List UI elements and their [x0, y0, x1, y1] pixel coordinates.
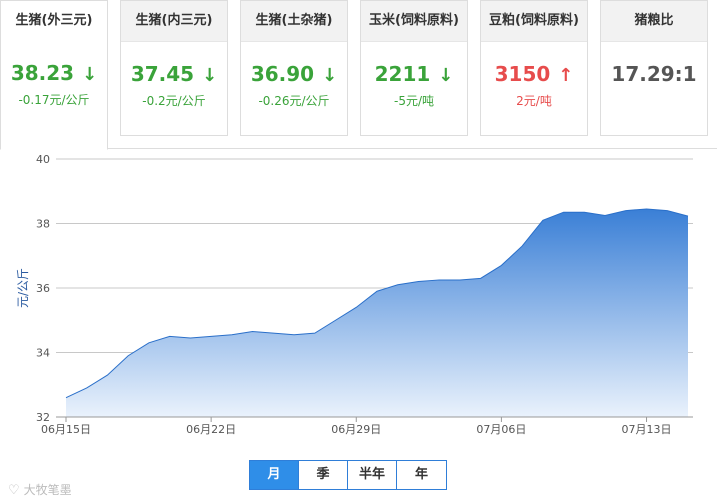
watermark-logo-icon: ♡ [8, 483, 20, 498]
x-tick-label: 07月06日 [476, 423, 526, 436]
y-tick-label: 36 [36, 282, 50, 295]
x-tick-label: 07月13日 [622, 423, 672, 436]
card-price-value: 2211 ↓ [361, 62, 467, 86]
arrow-up-icon: ↑ [558, 65, 574, 86]
x-tick-label: 06月29日 [331, 423, 381, 436]
card-title: 生猪(土杂猪) [241, 1, 347, 42]
x-tick-label: 06月15日 [41, 423, 91, 436]
corn-feed-card[interactable]: 玉米(饲料原料) 2211 ↓ -5元/吨 [360, 0, 468, 136]
price-number: 36.90 [250, 62, 315, 86]
card-title: 生猪(内三元) [121, 1, 227, 42]
price-number: 2211 [374, 62, 431, 86]
price-chart: 32 34 36 38 40 06月15日 06月22日 06月29日 07月06日 07月13日… [0, 148, 717, 450]
price-number: 17.29:1 [611, 62, 697, 86]
y-axis-label: 元/公斤 [16, 268, 30, 308]
pig-grain-ratio-card[interactable]: 猪粮比 17.29:1 [600, 0, 708, 136]
card-price-value: 38.23 ↓ [1, 61, 107, 85]
arrow-down-icon: ↓ [322, 65, 338, 86]
price-area-chart: 323436384006月15日 06月22日 06月29日 07月06日 07月13日… [16, 153, 693, 436]
pig-local-breed-card[interactable]: 生猪(土杂猪) 36.90 ↓ -0.26元/公斤 [240, 0, 348, 136]
card-title: 猪粮比 [601, 1, 707, 42]
card-price-change: 2元/吨 [516, 94, 552, 108]
card-price-value: 37.45 ↓ [121, 62, 227, 86]
card-price-value: 36.90 ↓ [241, 62, 347, 86]
watermark-text: 大牧笔墨 [23, 483, 72, 497]
card-title: 豆粕(饲料原料) [481, 1, 587, 42]
arrow-down-icon: ↓ [438, 65, 454, 86]
price-number: 38.23 [10, 61, 75, 85]
y-tick-label: 34 [36, 347, 50, 360]
pig-inner-breed-card[interactable]: 生猪(内三元) 37.45 ↓ -0.2元/公斤 [120, 0, 228, 136]
card-price-change: -0.2元/公斤 [142, 94, 206, 108]
y-tick-label: 40 [36, 153, 50, 166]
price-area [66, 208, 688, 417]
card-price-change: -0.17元/公斤 [18, 93, 90, 107]
arrow-down-icon: ↓ [202, 65, 218, 86]
card-price-value: 17.29:1 [601, 62, 707, 86]
card-title: 生猪(外三元) [1, 1, 107, 41]
card-price-change: -5元/吨 [393, 94, 434, 108]
watermark: ♡ 大牧笔墨 [8, 481, 72, 498]
period-selector: 月 季 半年 年 [249, 460, 447, 490]
card-price-value: 3150 ↑ [481, 62, 587, 86]
price-number: 37.45 [130, 62, 195, 86]
x-tick-label: 06月22日 [186, 423, 236, 436]
period-month-button[interactable]: 月 [250, 461, 299, 489]
period-quarter-button[interactable]: 季 [299, 461, 348, 489]
card-price-change: -0.26元/公斤 [258, 94, 330, 108]
pig-outer-breed-card[interactable]: 生猪(外三元) 38.23 ↓ -0.17元/公斤 [0, 0, 108, 150]
soymeal-feed-card[interactable]: 豆粕(饲料原料) 3150 ↑ 2元/吨 [480, 0, 588, 136]
price-number: 3150 [494, 62, 551, 86]
period-half-year-button[interactable]: 半年 [348, 461, 397, 489]
y-tick-label: 38 [36, 218, 50, 231]
arrow-down-icon: ↓ [82, 64, 98, 85]
card-title: 玉米(饲料原料) [361, 1, 467, 42]
period-year-button[interactable]: 年 [397, 461, 446, 489]
